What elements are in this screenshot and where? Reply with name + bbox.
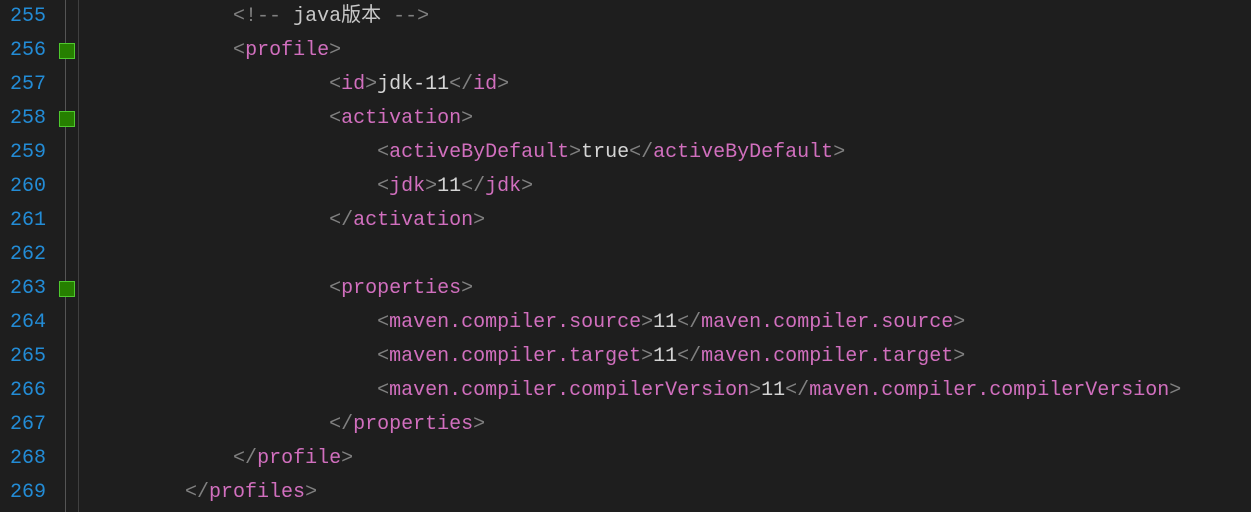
line-number: 255 bbox=[10, 0, 46, 34]
code-line: <profile> bbox=[89, 34, 1181, 68]
fold-toggle-icon[interactable] bbox=[59, 111, 75, 127]
code-line: </profiles> bbox=[89, 476, 1181, 510]
line-number: 268 bbox=[10, 442, 46, 476]
line-number: 262 bbox=[10, 238, 46, 272]
code-line: </properties> bbox=[89, 408, 1181, 442]
line-number: 269 bbox=[10, 476, 46, 510]
line-number: 260 bbox=[10, 170, 46, 204]
code-line: <!-- java版本 --> bbox=[89, 0, 1181, 34]
code-area[interactable]: <!-- java版本 --> <profile> <id>jdk-11</id… bbox=[79, 0, 1181, 512]
code-line: <id>jdk-11</id> bbox=[89, 68, 1181, 102]
fold-toggle-icon[interactable] bbox=[59, 43, 75, 59]
code-line: <activation> bbox=[89, 102, 1181, 136]
code-line: <activeByDefault>true</activeByDefault> bbox=[89, 136, 1181, 170]
code-line: </activation> bbox=[89, 204, 1181, 238]
code-line: <properties> bbox=[89, 272, 1181, 306]
line-number: 265 bbox=[10, 340, 46, 374]
fold-column bbox=[54, 0, 79, 512]
code-line: <maven.compiler.source>11</maven.compile… bbox=[89, 306, 1181, 340]
code-line bbox=[89, 238, 1181, 272]
code-line: <maven.compiler.target>11</maven.compile… bbox=[89, 340, 1181, 374]
line-number: 256 bbox=[10, 34, 46, 68]
code-line: <jdk>11</jdk> bbox=[89, 170, 1181, 204]
line-number: 257 bbox=[10, 68, 46, 102]
line-number: 264 bbox=[10, 306, 46, 340]
line-number: 261 bbox=[10, 204, 46, 238]
code-editor: 2552562572582592602612622632642652662672… bbox=[0, 0, 1251, 512]
line-number: 259 bbox=[10, 136, 46, 170]
fold-guide-line bbox=[65, 0, 66, 512]
line-number: 258 bbox=[10, 102, 46, 136]
code-line: <maven.compiler.compilerVersion>11</mave… bbox=[89, 374, 1181, 408]
line-number: 266 bbox=[10, 374, 46, 408]
code-line: </profile> bbox=[89, 442, 1181, 476]
line-number: 267 bbox=[10, 408, 46, 442]
line-number: 263 bbox=[10, 272, 46, 306]
fold-toggle-icon[interactable] bbox=[59, 281, 75, 297]
line-number-gutter: 2552562572582592602612622632642652662672… bbox=[0, 0, 52, 512]
